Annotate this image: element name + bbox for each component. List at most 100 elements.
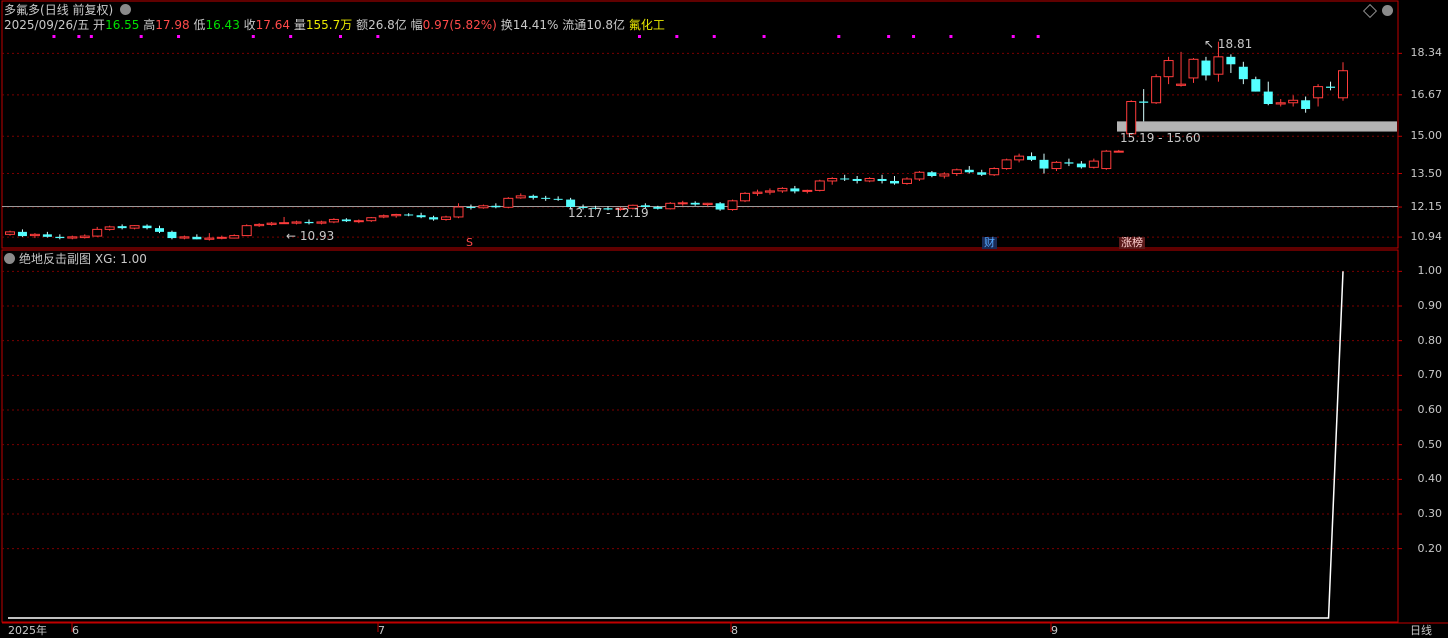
indicator-settings-icon[interactable] [4,253,15,264]
quote-detail-row: 2025/09/26/五 开16.55 高17.98 低16.43 收17.64… [4,18,665,32]
candle-body-up [777,187,788,192]
indicator-name: 绝地反击副图 [19,252,92,266]
candle-body-down [429,217,439,220]
candle-body-down [1238,66,1248,80]
price-axis-tick: 13.50 [1410,166,1443,180]
period-label: (日线 前复权) [40,3,114,17]
candle-body-up [1113,150,1124,153]
x-axis-month-9: 9 [1051,624,1058,637]
candle-body-up [802,189,813,192]
candle-body-up [279,222,290,225]
candle-body-down [541,197,551,199]
x-axis-month-7: 7 [378,624,385,637]
candle-body-down [1027,156,1037,160]
candle-body-down [17,231,27,237]
change-label: 幅 [410,18,423,32]
candle-body-up [727,200,738,211]
range-annotation-2: 15.19 - 15.60 [1120,131,1201,145]
close-value: 17.64 [255,18,291,32]
candle-body-up [1088,160,1099,168]
candle-body-down [416,215,426,218]
sub-axis-tick: 0.20 [1417,541,1443,555]
candle-body-down [1076,163,1086,168]
candle-body-up [914,171,925,180]
candle-body-up [1014,155,1025,161]
candle-body-up [814,180,825,191]
candle-body-up [92,228,103,237]
candle-body-up [827,177,838,182]
float-value: 10.8亿 [586,18,626,32]
low-annotation-value: 10.93 [299,229,335,243]
candle-body-down [55,236,65,239]
candle-body-down [690,202,700,205]
price-axis-tick: 18.34 [1410,46,1443,60]
candle-body-up [1151,76,1162,104]
signal-marker [762,35,766,38]
candle-body-up [1126,101,1137,135]
tag-cai[interactable]: 财 [982,237,997,249]
period-switch-button[interactable]: 日线 [1410,624,1432,638]
candle-body-up [241,225,252,237]
candle-body-up [1001,159,1012,170]
candle-body-down [466,207,476,209]
candle-body-up [1176,83,1187,86]
signal-marker [1011,35,1015,38]
float-label: 流通 [562,18,587,32]
sub-indicator-header: 绝地反击副图 XG: 1.00 [4,252,147,266]
industry-tag[interactable]: 氟化工 [629,18,665,32]
candle-body-up [291,221,302,224]
stock-name: 多氟多 [4,3,41,17]
candle-body-down [653,207,663,209]
chart-settings-icon[interactable] [120,4,132,15]
indicator-value: XG: 1.00 [94,252,147,266]
candle-body-up [266,222,277,225]
sub-axis-tick: 1.00 [1417,264,1443,278]
candle-body-up [515,195,526,199]
tag-zhangbang[interactable]: 涨榜 [1119,237,1145,249]
collapse-icon[interactable] [1382,5,1393,16]
candle-body-up [29,233,40,237]
candle-body-up [740,192,751,202]
candle-body-up [79,235,90,239]
candle-body-up [989,168,1000,176]
price-axis-tick: 15.00 [1410,129,1443,143]
candle-body-down [1263,91,1273,104]
kline-chart-canvas[interactable] [0,0,1448,637]
sub-axis-tick: 0.60 [1417,403,1443,416]
candle-body-down [927,172,937,176]
candle-body-down [42,234,52,237]
price-high-annotation: ↖ 18.81 [1204,37,1253,51]
signal-marker [712,35,716,38]
candle-body-down [1039,159,1049,169]
volume-label: 量 [293,18,306,32]
candle-body-up [1213,56,1224,75]
candle-body-down [852,178,862,181]
candle-body-down [1201,60,1211,76]
candle-body-down [715,203,725,210]
candle-body-up [1313,86,1324,99]
candle-body-down [142,225,152,229]
candle-body-down [1251,79,1261,92]
candle-body-up [229,235,240,239]
candle-body-down [491,205,501,208]
signal-marker [89,35,93,38]
candle-body-down [117,226,127,229]
quote-header: 多氟多(日线 前复权) [4,3,132,17]
sub-axis-tick: 0.80 [1417,333,1443,347]
open-label: 开 [93,18,106,32]
low-value: 16.43 [205,18,240,32]
candle-body-up [179,236,190,239]
candle-body-up [1275,102,1286,105]
candle-body-down [790,188,800,192]
candle-body-up [316,221,327,224]
signal-marker [949,35,953,38]
candle-body-up [901,178,912,184]
candle-body-up [1051,161,1062,170]
signal-marker [837,35,841,38]
x-axis-month-6: 6 [72,624,79,637]
sub-axis-tick: 0.50 [1417,437,1443,451]
candle-body-up [1338,70,1348,99]
tag-s[interactable]: S [464,237,475,249]
candle-body-up [864,177,875,182]
candle-body-up [441,216,452,220]
